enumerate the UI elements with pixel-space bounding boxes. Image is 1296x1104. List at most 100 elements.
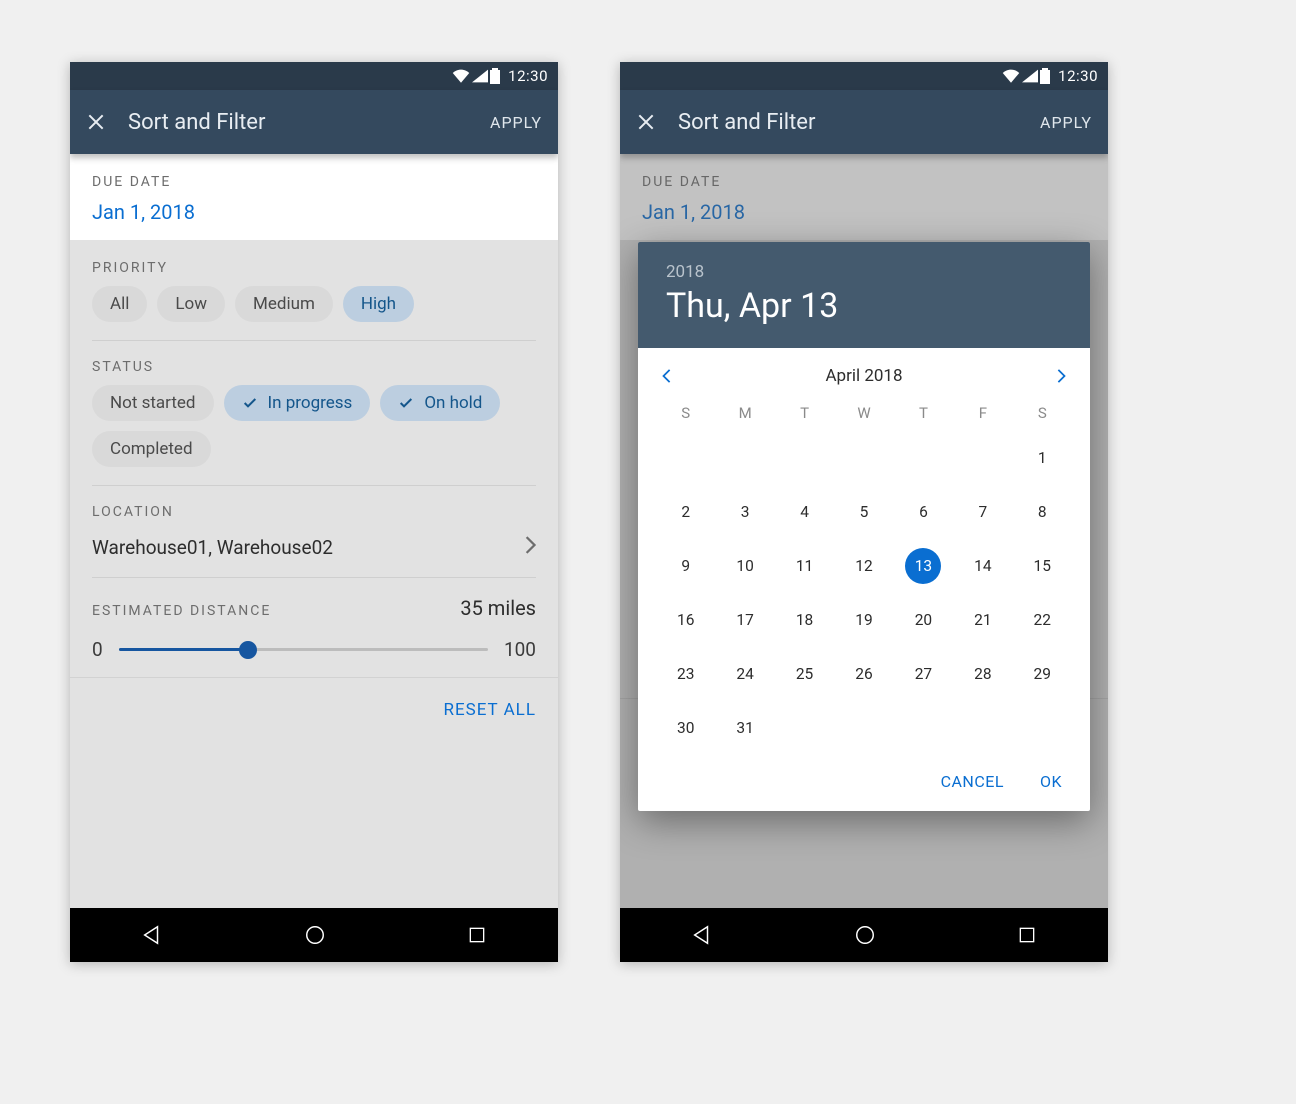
prev-month-icon[interactable] [660, 369, 674, 383]
priority-chip-high[interactable]: High [343, 286, 414, 322]
calendar-day[interactable]: 27 [905, 656, 941, 692]
next-month-icon[interactable] [1054, 369, 1068, 383]
calendar-day[interactable]: 13 [905, 548, 941, 584]
android-nav-bar [620, 908, 1108, 962]
calendar-day[interactable]: 20 [905, 602, 941, 638]
cancel-button[interactable]: CANCEL [941, 772, 1004, 791]
date-picker-dialog: 2018 Thu, Apr 13 April 2018 SMTWTFS12345… [638, 242, 1090, 811]
nav-recent-icon[interactable] [1017, 925, 1037, 945]
wifi-icon [452, 69, 470, 83]
status-clock: 12:30 [1058, 67, 1098, 85]
android-nav-bar [70, 908, 558, 962]
calendar-day[interactable]: 25 [787, 656, 823, 692]
close-icon[interactable] [636, 112, 656, 132]
priority-label: PRIORITY [92, 260, 536, 276]
calendar-day[interactable]: 15 [1024, 548, 1060, 584]
calendar-day[interactable]: 14 [965, 548, 1001, 584]
android-status-bar: 12:30 [70, 62, 558, 90]
app-bar: Sort and Filter APPLY [620, 90, 1108, 154]
divider [92, 485, 536, 486]
calendar-day[interactable]: 12 [846, 548, 882, 584]
status-chip-label: In progress [268, 393, 353, 413]
location-value: Warehouse01, Warehouse02 [92, 536, 333, 559]
date-picker-year[interactable]: 2018 [666, 262, 1062, 282]
priority-chip-low[interactable]: Low [157, 286, 225, 322]
check-icon [398, 395, 414, 411]
cell-signal-icon [1022, 69, 1038, 83]
calendar-day[interactable]: 1 [1024, 440, 1060, 476]
divider [92, 577, 536, 578]
nav-home-icon[interactable] [304, 924, 326, 946]
calendar-day[interactable]: 10 [727, 548, 763, 584]
calendar-day[interactable]: 3 [727, 494, 763, 530]
app-bar: Sort and Filter APPLY [70, 90, 558, 154]
date-picker-grid: SMTWTFS123456789101112131415161718192021… [638, 396, 1090, 762]
calendar-day[interactable]: 18 [787, 602, 823, 638]
calendar-day[interactable]: 2 [668, 494, 704, 530]
location-label: LOCATION [92, 504, 536, 520]
calendar-day[interactable]: 5 [846, 494, 882, 530]
nav-home-icon[interactable] [854, 924, 876, 946]
nav-recent-icon[interactable] [467, 925, 487, 945]
priority-chip-medium[interactable]: Medium [235, 286, 333, 322]
slider-track[interactable] [119, 648, 488, 651]
filter-content: DUE DATE Jan 1, 2018 PRIORITY All Low Me… [70, 154, 558, 908]
status-label: STATUS [92, 359, 536, 375]
due-date-section[interactable]: DUE DATE Jan 1, 2018 [70, 154, 558, 240]
divider [92, 340, 536, 341]
calendar-day[interactable]: 19 [846, 602, 882, 638]
apply-button[interactable]: APPLY [490, 113, 542, 132]
calendar-day[interactable]: 30 [668, 710, 704, 746]
phone-frame-left: 12:30 Sort and Filter APPLY DUE DATE Jan… [70, 62, 558, 962]
calendar-day[interactable]: 9 [668, 548, 704, 584]
calendar-day[interactable]: 22 [1024, 602, 1060, 638]
chevron-right-icon [524, 536, 536, 554]
filter-content-dimmed: DUE DATE Jan 1, 2018 PRIORITY LOCATION W… [620, 154, 1108, 908]
ok-button[interactable]: OK [1040, 772, 1062, 791]
calendar-day[interactable]: 24 [727, 656, 763, 692]
date-picker-headline: Thu, Apr 13 [666, 286, 1062, 326]
calendar-day[interactable]: 26 [846, 656, 882, 692]
check-icon [242, 395, 258, 411]
distance-slider[interactable]: 0 100 [92, 638, 536, 661]
android-status-bar: 12:30 [620, 62, 1108, 90]
priority-chip-all[interactable]: All [92, 286, 147, 322]
battery-icon [490, 68, 500, 84]
status-chip-in-progress[interactable]: In progress [224, 385, 371, 421]
calendar-day[interactable]: 31 [727, 710, 763, 746]
calendar-day[interactable]: 4 [787, 494, 823, 530]
priority-section: PRIORITY All Low Medium High STATUS Not … [70, 240, 558, 677]
appbar-title: Sort and Filter [678, 110, 1018, 135]
calendar-day-of-week: T [894, 404, 953, 422]
due-date-value: Jan 1, 2018 [92, 200, 536, 224]
apply-button[interactable]: APPLY [1040, 113, 1092, 132]
calendar-day-of-week: S [656, 404, 715, 422]
status-chip-on-hold[interactable]: On hold [380, 385, 500, 421]
cell-signal-icon [472, 69, 488, 83]
calendar-day[interactable]: 11 [787, 548, 823, 584]
calendar-day[interactable]: 16 [668, 602, 704, 638]
phone-frame-right: 12:30 Sort and Filter APPLY DUE DATE Jan… [620, 62, 1108, 962]
calendar-day[interactable]: 7 [965, 494, 1001, 530]
calendar-day-of-week: F [953, 404, 1012, 422]
status-chip-completed[interactable]: Completed [92, 431, 211, 467]
distance-label: ESTIMATED DISTANCE [92, 603, 271, 619]
nav-back-icon[interactable] [141, 924, 163, 946]
status-chip-not-started[interactable]: Not started [92, 385, 214, 421]
slider-thumb[interactable] [239, 641, 257, 659]
calendar-day[interactable]: 8 [1024, 494, 1060, 530]
status-clock: 12:30 [508, 67, 548, 85]
calendar-day[interactable]: 29 [1024, 656, 1060, 692]
close-icon[interactable] [86, 112, 106, 132]
nav-back-icon[interactable] [691, 924, 713, 946]
date-picker-month-nav: April 2018 [638, 348, 1090, 396]
appbar-title: Sort and Filter [128, 110, 468, 135]
location-row[interactable]: Warehouse01, Warehouse02 [92, 530, 536, 559]
reset-all-button[interactable]: RESET ALL [70, 677, 558, 742]
calendar-day[interactable]: 23 [668, 656, 704, 692]
calendar-day[interactable]: 21 [965, 602, 1001, 638]
calendar-day[interactable]: 6 [905, 494, 941, 530]
calendar-day[interactable]: 28 [965, 656, 1001, 692]
calendar-day[interactable]: 17 [727, 602, 763, 638]
calendar-day-of-week: W [834, 404, 893, 422]
